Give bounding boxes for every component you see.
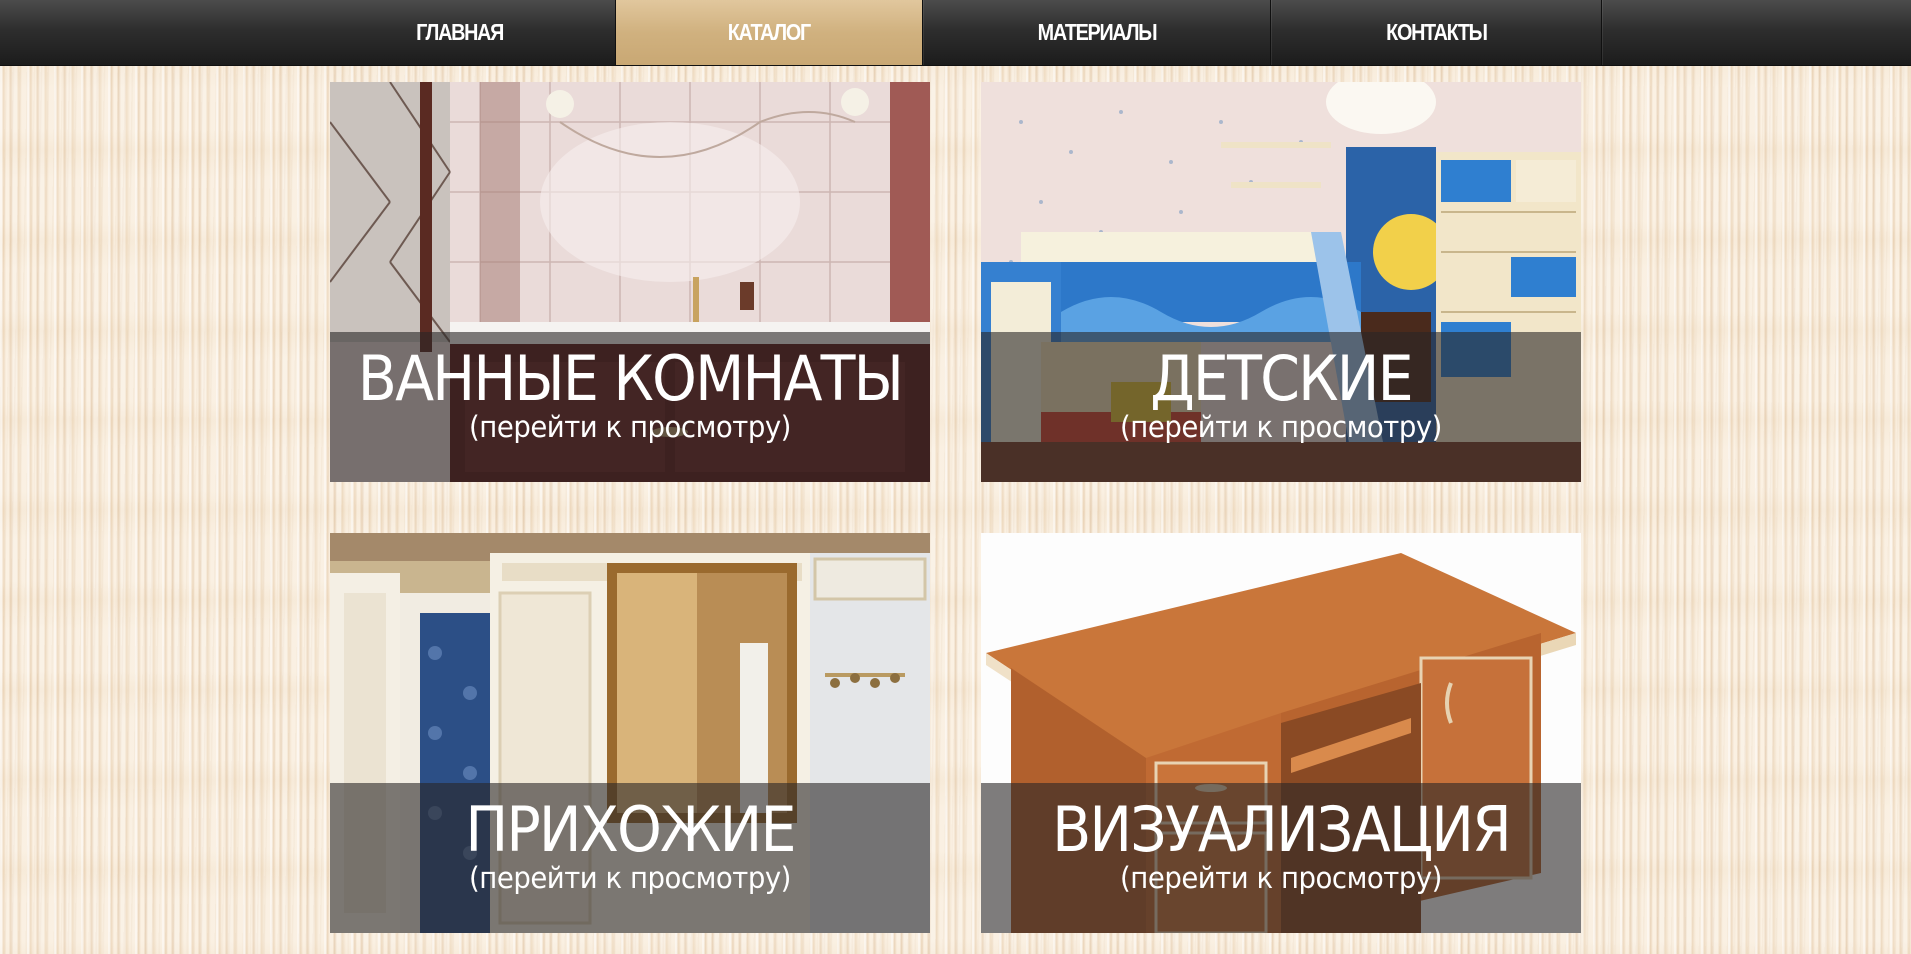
tile-subtitle-link[interactable]: (перейти к просмотру) [996, 863, 1566, 893]
tile-caption: ВАННЫЕ КОМНАТЫ (перейти к просмотру) [330, 332, 930, 482]
tile-caption: ВИЗУАЛИЗАЦИЯ (перейти к просмотру) [981, 783, 1581, 933]
tile-title: ВАННЫЕ КОМНАТЫ [357, 342, 904, 415]
nav-item-label: КОНТАКТЫ [1385, 19, 1488, 45]
tile-subtitle-link[interactable]: (перейти к просмотру) [345, 412, 915, 442]
nav-item-label: КАТАЛОГ [727, 19, 811, 45]
nav-item-materials[interactable]: МАТЕРИАЛЫ [923, 0, 1270, 65]
catalog-tile-kids[interactable]: ДЕТСКИЕ (перейти к просмотру) [981, 82, 1581, 482]
tile-title: ДЕТСКИЕ [1150, 342, 1413, 415]
tile-caption: ДЕТСКИЕ (перейти к просмотру) [981, 332, 1581, 482]
tile-title: ПРИХОЖИЕ [465, 793, 796, 866]
nav-item-label: ГЛАВНАЯ [416, 19, 505, 45]
tile-caption: ПРИХОЖИЕ (перейти к просмотру) [330, 783, 930, 933]
tile-subtitle-link[interactable]: (перейти к просмотру) [996, 412, 1566, 442]
nav-item-contacts[interactable]: КОНТАКТЫ [1271, 0, 1601, 65]
catalog-tile-hallways[interactable]: ПРИХОЖИЕ (перейти к просмотру) [330, 533, 930, 933]
nav-item-home[interactable]: ГЛАВНАЯ [305, 0, 615, 65]
tile-subtitle-link[interactable]: (перейти к просмотру) [345, 863, 915, 893]
main-nav: ГЛАВНАЯ КАТАЛОГ МАТЕРИАЛЫ КОНТАКТЫ [0, 0, 1911, 66]
tile-title: ВИЗУАЛИЗАЦИЯ [1052, 793, 1512, 866]
nav-item-catalog[interactable]: КАТАЛОГ [616, 0, 922, 65]
nav-separator [1601, 0, 1602, 65]
nav-item-label: МАТЕРИАЛЫ [1037, 19, 1157, 45]
catalog-tile-bathrooms[interactable]: ВАННЫЕ КОМНАТЫ (перейти к просмотру) [330, 82, 930, 482]
catalog-tile-visualization[interactable]: ВИЗУАЛИЗАЦИЯ (перейти к просмотру) [981, 533, 1581, 933]
